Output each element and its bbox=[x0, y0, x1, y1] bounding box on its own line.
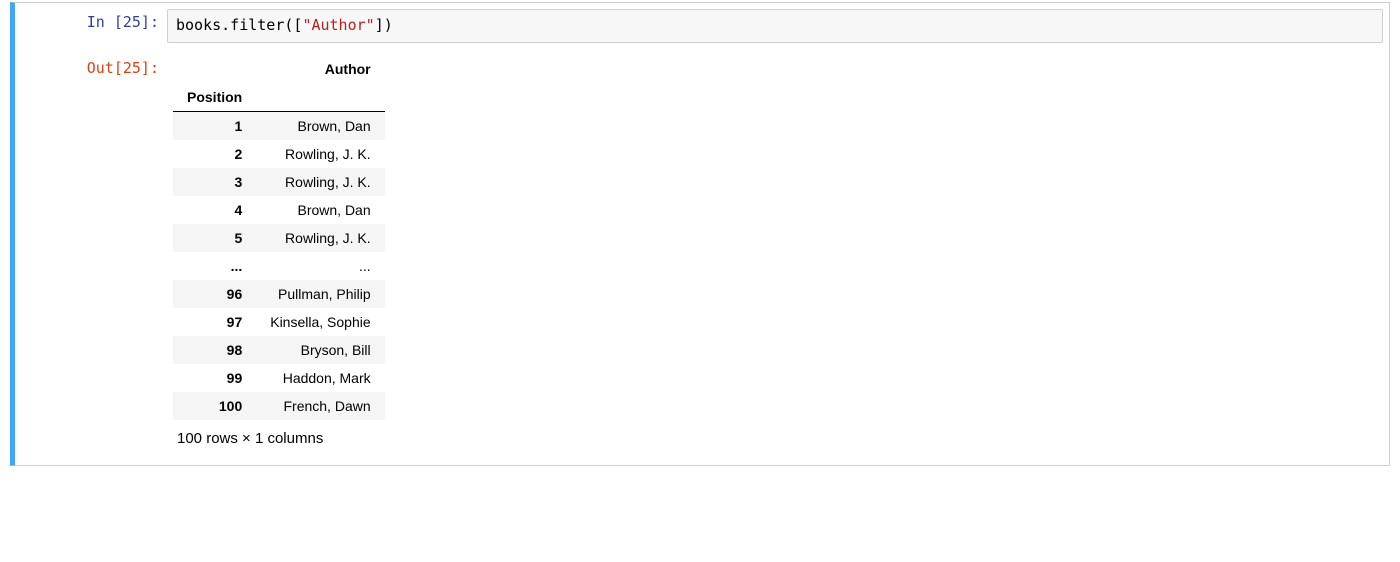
table-row: 3Rowling, J. K. bbox=[173, 168, 385, 196]
table-row: 96Pullman, Philip bbox=[173, 280, 385, 308]
cell-author: Brown, Dan bbox=[256, 196, 384, 224]
row-index: 5 bbox=[173, 224, 256, 252]
table-row: 100French, Dawn bbox=[173, 392, 385, 420]
row-index: 2 bbox=[173, 140, 256, 168]
code-token: ]) bbox=[375, 16, 393, 34]
output-row: Out[25]: Author Position 1Brown, Dan2Row… bbox=[15, 49, 1389, 465]
index-name: Position bbox=[173, 83, 256, 112]
table-row: 5Rowling, J. K. bbox=[173, 224, 385, 252]
out-prompt: Out[25]: bbox=[15, 53, 167, 83]
row-index: 1 bbox=[173, 111, 256, 140]
cell-author: Pullman, Philip bbox=[256, 280, 384, 308]
row-index: ... bbox=[173, 252, 256, 280]
cell-author: Kinsella, Sophie bbox=[256, 308, 384, 336]
blank-header bbox=[256, 83, 384, 112]
cell-author: Rowling, J. K. bbox=[256, 224, 384, 252]
row-index: 4 bbox=[173, 196, 256, 224]
notebook-cell: In [25]: books.filter(["Author"]) Out[25… bbox=[10, 2, 1390, 466]
code-string-token: "Author" bbox=[302, 16, 374, 34]
table-row: 98Bryson, Bill bbox=[173, 336, 385, 364]
table-row: 2Rowling, J. K. bbox=[173, 140, 385, 168]
row-index: 99 bbox=[173, 364, 256, 392]
table-row: 4Brown, Dan bbox=[173, 196, 385, 224]
in-prompt: In [25]: bbox=[15, 7, 167, 37]
dataframe-table: Author Position 1Brown, Dan2Rowling, J. … bbox=[173, 55, 385, 420]
cell-author: Rowling, J. K. bbox=[256, 168, 384, 196]
cell-author: ... bbox=[256, 252, 384, 280]
row-index: 98 bbox=[173, 336, 256, 364]
row-index: 97 bbox=[173, 308, 256, 336]
cell-author: Brown, Dan bbox=[256, 111, 384, 140]
input-row: In [25]: books.filter(["Author"]) bbox=[15, 3, 1389, 49]
cell-author: Bryson, Bill bbox=[256, 336, 384, 364]
table-row: ...... bbox=[173, 252, 385, 280]
dataframe-summary: 100 rows × 1 columns bbox=[173, 420, 1381, 451]
cell-author: French, Dawn bbox=[256, 392, 384, 420]
table-row: 97Kinsella, Sophie bbox=[173, 308, 385, 336]
column-header-author: Author bbox=[256, 55, 384, 83]
row-index: 3 bbox=[173, 168, 256, 196]
table-row: 99Haddon, Mark bbox=[173, 364, 385, 392]
table-row: 1Brown, Dan bbox=[173, 111, 385, 140]
code-input[interactable]: books.filter(["Author"]) bbox=[167, 9, 1383, 43]
cell-author: Rowling, J. K. bbox=[256, 140, 384, 168]
output-area: Author Position 1Brown, Dan2Rowling, J. … bbox=[167, 53, 1389, 461]
dataframe-body: 1Brown, Dan2Rowling, J. K.3Rowling, J. K… bbox=[173, 111, 385, 420]
cell-author: Haddon, Mark bbox=[256, 364, 384, 392]
code-token: books.filter([ bbox=[176, 16, 302, 34]
row-index: 96 bbox=[173, 280, 256, 308]
row-index: 100 bbox=[173, 392, 256, 420]
blank-header bbox=[173, 55, 256, 83]
